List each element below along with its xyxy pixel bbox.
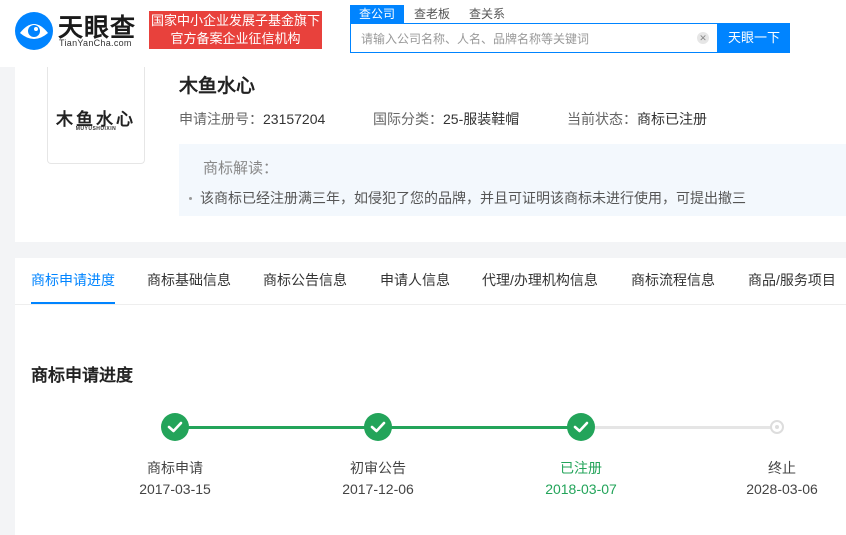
status-label: 当前状态： (567, 111, 637, 127)
trademark-name: 木鱼水心 (179, 76, 256, 97)
banner-line-1: 国家中小企业发展子基金旗下 (150, 13, 320, 28)
tab-agency-info[interactable]: 代理/办理机构信息 (482, 258, 598, 303)
search-box: ✕ (350, 23, 718, 54)
international-class: 国际分类：25-服装鞋帽 (373, 109, 519, 129)
step-4-date: 2028-03-06 (746, 481, 818, 497)
trademark-detail-card: 商标申请进度 商标基础信息 商标公告信息 申请人信息 代理/办理机构信息 商标流… (15, 258, 846, 535)
detail-tabs: 商标申请进度 商标基础信息 商标公告信息 申请人信息 代理/办理机构信息 商标流… (15, 258, 846, 305)
trademark-interpretation: 商标解读： 该商标已经注册满三年，如侵犯了您的品牌，并且可证明该商标未进行使用，… (179, 144, 846, 216)
tab-applicant-info[interactable]: 申请人信息 (380, 258, 450, 303)
tianyancha-logo-icon[interactable] (14, 11, 54, 51)
trademark-info-card: 木鱼水心 MUYUSHUIXIN 木鱼水心 申请注册号：23157204 国际分… (15, 67, 846, 242)
progress-track-pending (581, 426, 777, 429)
search-input[interactable] (359, 24, 693, 54)
class-label: 国际分类： (373, 111, 443, 127)
step-1-date: 2017-03-15 (139, 481, 211, 497)
search-button[interactable]: 天眼一下 (718, 23, 790, 53)
class-value: 25-服装鞋帽 (443, 111, 520, 127)
tab-process-info[interactable]: 商标流程信息 (631, 258, 715, 303)
tab-basic-info[interactable]: 商标基础信息 (147, 258, 231, 303)
tab-search-relation[interactable]: 查关系 (469, 5, 505, 23)
step-1-check-icon (161, 413, 189, 441)
step-4-label: 终止 (768, 460, 796, 476)
step-2-date: 2017-12-06 (342, 481, 414, 497)
step-3-check-icon (567, 413, 595, 441)
tab-goods-services[interactable]: 商品/服务项目 (748, 258, 836, 303)
registration-number: 申请注册号：23157204 (179, 109, 325, 129)
step-2-label: 初审公告 (350, 460, 406, 476)
banner-line-2: 官方备案企业征信机构 (170, 31, 301, 46)
progress-section-title: 商标申请进度 (31, 366, 133, 385)
official-banner[interactable]: 国家中小企业发展子基金旗下 官方备案企业征信机构 (149, 11, 322, 49)
step-3-label: 已注册 (560, 460, 602, 476)
reg-no-label: 申请注册号： (179, 111, 263, 127)
close-icon[interactable]: ✕ (697, 32, 709, 44)
step-4-pending-icon (770, 420, 784, 434)
step-3-date: 2018-03-07 (545, 481, 617, 497)
interpretation-text: 该商标已经注册满三年，如侵犯了您的品牌，并且可证明该商标未进行使用，可提出撤三 (200, 190, 746, 206)
step-1-label: 商标申请 (147, 460, 203, 476)
trademark-logo-subtext: MUYUSHUIXIN (75, 126, 117, 132)
tab-search-company[interactable]: 查公司 (350, 5, 405, 23)
tab-application-progress[interactable]: 商标申请进度 (31, 258, 115, 304)
trademark-logo-image: 木鱼水心 MUYUSHUIXIN (47, 67, 145, 164)
bullet-dot-icon (189, 196, 192, 200)
interpretation-item: 该商标已经注册满三年，如侵犯了您的品牌，并且可证明该商标未进行使用，可提出撤三 (189, 188, 746, 208)
step-2-check-icon (364, 413, 392, 441)
tab-announcement-info[interactable]: 商标公告信息 (263, 258, 347, 303)
top-header: 天眼查 TianYanCha.com 国家中小企业发展子基金旗下 官方备案企业征… (0, 0, 846, 67)
logo-subtext: TianYanCha.com (59, 38, 132, 48)
tab-search-boss[interactable]: 查老板 (414, 5, 450, 23)
interpretation-title: 商标解读： (203, 160, 279, 177)
current-status: 当前状态：商标已注册 (567, 109, 707, 129)
status-value: 商标已注册 (637, 111, 707, 127)
reg-no-value: 23157204 (263, 111, 326, 127)
